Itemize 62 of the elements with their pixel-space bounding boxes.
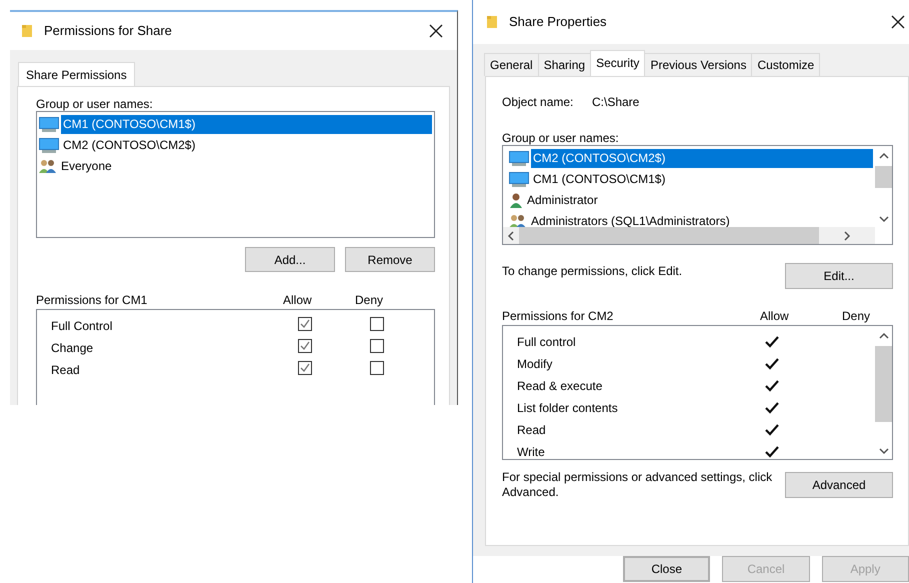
permission-name: Change <box>51 340 94 357</box>
chevron-up-icon[interactable] <box>878 332 888 340</box>
label: Object name: <box>502 94 574 109</box>
permission-name: Read <box>517 422 547 439</box>
edit-button[interactable]: Edit... <box>785 263 893 289</box>
label: Permissions for CM1 <box>36 292 148 309</box>
permission-name: Full Control <box>51 318 114 335</box>
tab[interactable]: Security <box>590 50 646 76</box>
column-header: Deny <box>355 292 384 309</box>
advanced-button[interactable]: Advanced <box>785 472 893 498</box>
chevron-left-icon[interactable] <box>507 230 515 240</box>
object-name: C:\Share <box>592 94 640 109</box>
tab[interactable]: Share Permissions <box>18 62 135 86</box>
horizontal-scrollbar[interactable] <box>503 227 875 244</box>
chevron-down-icon[interactable] <box>878 447 888 455</box>
monitor-icon <box>39 138 59 153</box>
chevron-up-icon[interactable] <box>878 152 888 160</box>
chevron-right-icon[interactable] <box>843 230 851 240</box>
permission-name: Modify <box>517 356 554 373</box>
users-icon <box>509 214 527 227</box>
list-item[interactable]: Administrator <box>525 191 873 210</box>
close-icon[interactable] <box>891 15 905 29</box>
permission-name: List folder contents <box>517 400 619 417</box>
permission-name: Write <box>517 444 546 459</box>
column-header: Deny <box>842 308 870 325</box>
list-item[interactable]: CM1 (CONTOSO\CM1$) <box>61 115 432 134</box>
folder-icon <box>487 15 497 29</box>
column-header: Allow <box>760 308 790 325</box>
window-title: Share Properties <box>509 13 607 32</box>
permission-name: Read & execute <box>517 378 604 395</box>
tab[interactable]: Customize <box>751 53 820 76</box>
users-icon <box>39 159 57 174</box>
checkbox[interactable] <box>298 317 312 331</box>
list-item[interactable]: CM1 (CONTOSO\CM1$) <box>531 170 873 189</box>
window-title: Permissions for Share <box>44 22 172 40</box>
checkbox[interactable] <box>298 361 312 375</box>
close-icon[interactable] <box>429 24 443 38</box>
checkbox[interactable] <box>370 360 384 374</box>
list-item[interactable]: CM2 (CONTOSO\CM2$) <box>531 149 873 168</box>
user-icon <box>509 193 523 208</box>
label: Group or user names: <box>36 96 154 111</box>
monitor-icon <box>509 151 529 166</box>
monitor-icon <box>39 117 59 132</box>
label: Permissions for CM2 <box>502 308 614 325</box>
button[interactable]: Remove <box>345 247 435 272</box>
hint-text: For special permissions or advanced settings, click Advanced. <box>502 470 774 500</box>
hint-text: To change permissions, click Edit. <box>502 263 682 280</box>
permission-name: Full control <box>517 334 577 351</box>
checkbox[interactable] <box>370 338 384 352</box>
tab[interactable]: General <box>484 53 539 76</box>
button[interactable]: Close <box>623 556 710 582</box>
permission-name: Read <box>51 362 81 379</box>
button[interactable]: Add... <box>245 247 335 272</box>
checkbox[interactable] <box>298 339 312 353</box>
checkbox[interactable] <box>370 316 384 330</box>
column-header: Allow <box>283 292 313 309</box>
list-item[interactable]: Everyone <box>59 157 432 176</box>
monitor-icon <box>509 172 529 187</box>
list-item[interactable]: CM2 (CONTOSO\CM2$) <box>61 136 432 155</box>
label: Group or user names: <box>502 130 620 145</box>
folder-icon <box>22 24 32 38</box>
chevron-down-icon[interactable] <box>878 215 888 223</box>
